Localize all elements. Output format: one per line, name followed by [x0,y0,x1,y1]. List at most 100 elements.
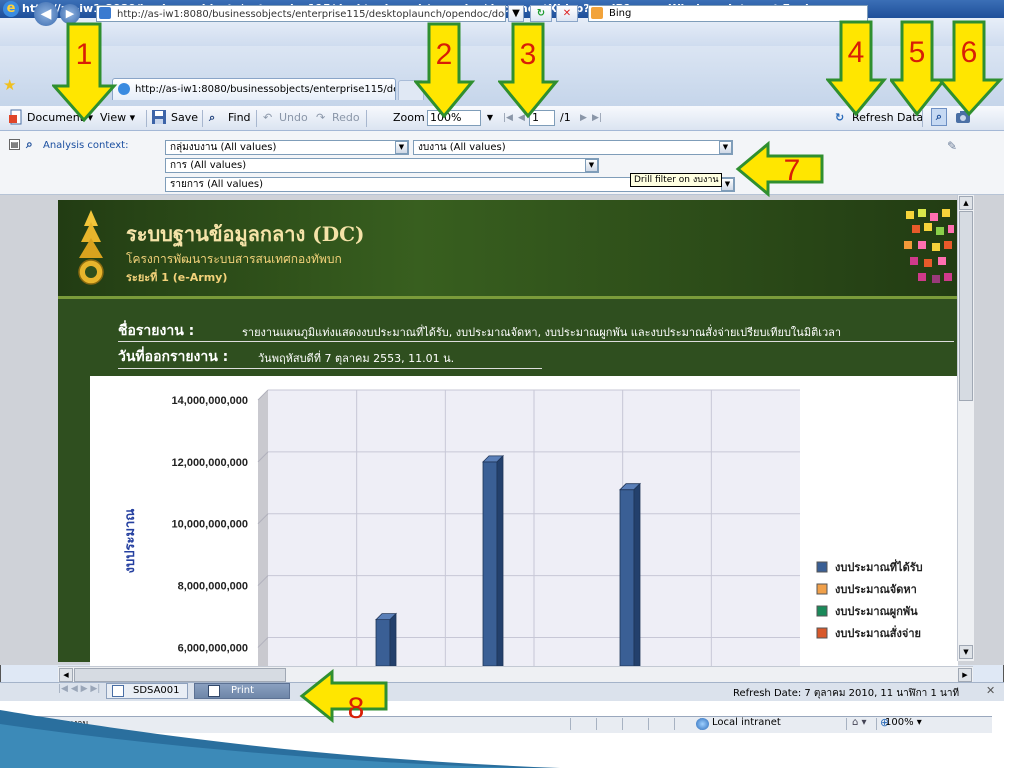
scroll-right-icon[interactable]: ▶ [958,668,972,682]
callout-arrow-7: 7 [735,140,824,198]
report-date-value: วันพฤหัสบดีที่ 7 ตุลาคม 2553, 11.01 น. [258,352,455,365]
filter-budget-item[interactable]: งบงาน (All values) [413,140,733,155]
filter-dropdown-icon[interactable]: ▼ [719,141,732,154]
scroll-thumb[interactable] [959,211,973,401]
callout-number: 4 [848,36,865,69]
legend-label: งบประมาณผูกพัน [835,605,918,619]
y-tick-label: 14,000,000,000 [172,395,248,407]
redo-icon: ↷ [316,111,326,124]
y-axis-label: งบประมาณ [123,509,138,574]
redo-button[interactable]: Redo [332,111,360,125]
legend-swatch [816,627,828,639]
filter-dropdown-icon[interactable]: ▼ [721,178,734,191]
bar-side [633,482,641,666]
callout-number: 7 [784,154,801,187]
save-icon [152,110,166,124]
callout-arrow-6: 6 [938,20,1004,117]
find-button[interactable]: Find [228,111,251,125]
analysis-context-label: Analysis context: [43,140,129,151]
page-icon [99,7,111,19]
undo-icon: ↶ [263,111,273,124]
scroll-down-icon[interactable]: ▼ [959,645,973,659]
callout-arrow-1: 1 [52,22,118,123]
filter-operation[interactable]: การ (All values) [165,158,599,173]
legend-swatch [816,583,828,595]
status-divider [846,718,847,730]
y-tick-label: 10,000,000,000 [172,519,248,531]
legend-label: งบประมาณสั่งจ่าย [835,625,921,640]
report-name-underline [118,341,954,342]
favorites-star-icon[interactable]: ★ [3,77,19,93]
drill-filter-tooltip: Drill filter on งบงาน [630,173,722,187]
callout-arrow-4: 4 [826,20,888,117]
zoom-dropdown-icon[interactable]: ▼ [483,110,497,126]
callout-number: 6 [961,36,978,69]
tab-page-icon [118,83,130,95]
toolbar-divider [366,110,367,127]
callout-number: 2 [436,38,453,71]
bing-icon [591,7,603,19]
next-page-icon[interactable]: ▶ [580,111,587,125]
banner-subtitle: โครงการพัฒนาระบบสารสนเทศกองทัพบก [126,252,342,266]
toolbar-divider [202,110,203,127]
callout-arrow-2: 2 [414,22,476,119]
clear-filter-icon[interactable]: ✎ [947,139,957,153]
callout-arrow-3: 3 [498,22,560,119]
bar-side [389,612,397,666]
legend-label: งบประมาณจัดหา [835,583,917,596]
report-date-underline [118,368,542,369]
filter-dropdown-icon[interactable]: ▼ [585,159,598,172]
banner-title: ระบบฐานข้อมูลกลาง (DC) [126,222,365,246]
security-zone: Local intranet [712,717,781,728]
y-tick-label: 12,000,000,000 [172,457,248,469]
y-tick-label: 8,000,000,000 [178,581,248,593]
page-total: /1 [560,111,571,124]
document-icon [9,109,22,125]
bar [375,619,391,666]
hscroll-thumb[interactable] [74,668,286,682]
toolbar-divider [146,110,147,127]
tab-nav-arrows[interactable]: |◀ ◀ ▶ ▶| [58,684,100,694]
decorative-cubes-icon [904,209,954,283]
save-button[interactable]: Save [171,111,198,125]
last-page-icon[interactable]: ▶| [592,111,602,125]
analysis-search-icon: ⌕ [26,137,33,151]
callout-number: 1 [76,38,93,71]
vertical-scrollbar[interactable]: ▲ ▼ [957,195,974,661]
chart-side-wall [258,390,268,666]
zoom-status[interactable]: 100% ▾ [885,717,922,728]
globe-icon [696,718,709,730]
status-divider [674,718,675,730]
army-emblem-icon [78,210,104,285]
report-name-value: รายงานแผนภูมิแท่งแสดงงบประมาณที่ได้รับ, … [242,326,842,339]
callout-number: 3 [520,38,537,71]
status-divider [570,718,571,730]
scroll-left-icon[interactable]: ◀ [59,668,73,682]
budget-bar-chart: 6,000,000,000 8,000,000,000 10,000,000,000… [123,389,923,666]
horizontal-scrollbar[interactable]: ◀ ▶ [58,666,973,683]
bar-side [496,454,504,666]
scroll-up-icon[interactable]: ▲ [959,196,973,210]
report-tab-icon [208,685,220,697]
undo-button[interactable]: Undo [279,111,308,125]
toolbar-divider [256,110,257,127]
filter-budget-group[interactable]: กลุ่มงบงาน (All values) [165,140,409,155]
protected-mode-icon[interactable]: ⌂ ▾ [852,717,867,728]
close-icon[interactable]: ✕ [986,684,995,697]
filter-dropdown-icon[interactable]: ▼ [395,141,408,154]
refresh-date: Refresh Date: 7 ตุลาคม 2010, 11 นาฬิกา 1… [733,688,960,699]
ie-logo-icon: e [3,1,19,17]
status-divider [596,718,597,730]
legend-swatch [816,561,828,573]
bar [482,461,498,666]
report-name-label: ชื่อรายงาน : [118,323,195,339]
status-divider [648,718,649,730]
legend-swatch [816,605,828,617]
bar [619,489,635,666]
status-divider [622,718,623,730]
collapse-panel-icon[interactable]: ▤ [9,139,20,150]
report-tab-icon [112,685,124,697]
y-tick-label: 6,000,000,000 [178,642,248,654]
browser-tab[interactable]: http://as-iw1:8080/businessobjects/enter… [112,78,396,100]
legend-label: งบประมาณที่ได้รับ [835,559,923,574]
